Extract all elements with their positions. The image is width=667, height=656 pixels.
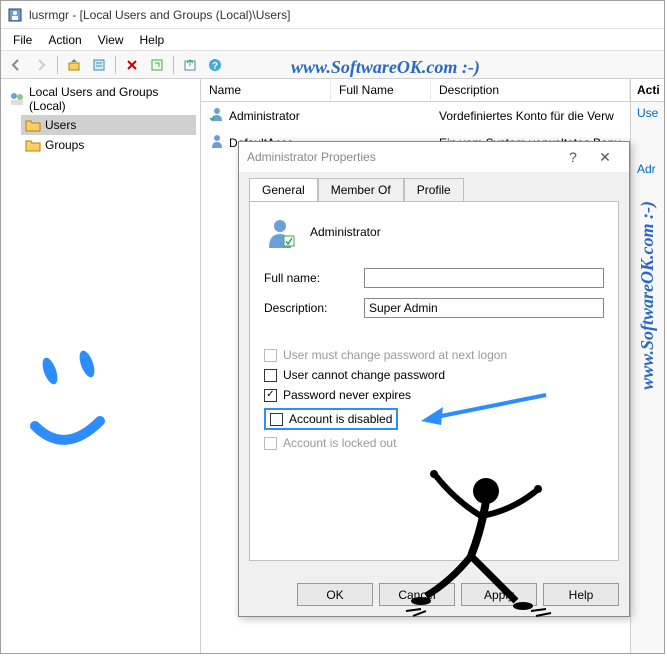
user-avatar-icon bbox=[264, 216, 296, 248]
titlebar: lusrmgr - [Local Users and Groups (Local… bbox=[1, 1, 664, 29]
folder-icon bbox=[25, 137, 41, 153]
tab-memberof[interactable]: Member Of bbox=[318, 178, 404, 201]
list-row[interactable]: Administrator Vordefiniertes Konto für d… bbox=[201, 102, 630, 129]
checkbox-label: Account is disabled bbox=[289, 412, 392, 426]
help-button[interactable]: Help bbox=[543, 583, 619, 606]
tree-root-label: Local Users and Groups (Local) bbox=[29, 85, 192, 113]
tree-users-label: Users bbox=[45, 118, 76, 132]
toolbar-separator bbox=[57, 56, 58, 74]
actions-item[interactable]: Use bbox=[631, 102, 664, 124]
back-button[interactable] bbox=[5, 54, 27, 76]
close-button[interactable]: ✕ bbox=[589, 149, 621, 166]
checkbox-icon bbox=[264, 369, 277, 382]
ok-button[interactable]: OK bbox=[297, 583, 373, 606]
fullname-input[interactable] bbox=[364, 268, 604, 288]
checkbox-cannotchange[interactable]: User cannot change password bbox=[264, 368, 604, 382]
checkbox-locked: Account is locked out bbox=[264, 436, 604, 450]
dialog-buttons: OK Cancel Apply Help bbox=[297, 583, 619, 606]
actions-header: Acti bbox=[631, 79, 664, 102]
cell-fullname bbox=[331, 104, 431, 127]
tab-general[interactable]: General bbox=[249, 178, 318, 201]
up-button[interactable] bbox=[63, 54, 85, 76]
checkbox-icon: ✓ bbox=[264, 389, 277, 402]
actions-panel: Acti Use Adr bbox=[630, 79, 664, 653]
username-label: Administrator bbox=[310, 225, 381, 239]
main-window: lusrmgr - [Local Users and Groups (Local… bbox=[0, 0, 665, 654]
description-label: Description: bbox=[264, 301, 364, 315]
dialog-title: Administrator Properties bbox=[247, 150, 376, 164]
users-groups-icon bbox=[9, 91, 25, 107]
checkbox-mustchange: User must change password at next logon bbox=[264, 348, 604, 362]
tree-groups[interactable]: Groups bbox=[21, 135, 196, 155]
description-input[interactable] bbox=[364, 298, 604, 318]
forward-button[interactable] bbox=[30, 54, 52, 76]
svg-text:?: ? bbox=[212, 61, 218, 72]
toolbar: ? bbox=[1, 51, 664, 79]
menu-action[interactable]: Action bbox=[40, 31, 89, 49]
apply-button[interactable]: Apply bbox=[461, 583, 537, 606]
checkbox-neverexpires[interactable]: ✓ Password never expires bbox=[264, 388, 604, 402]
tree-groups-label: Groups bbox=[45, 138, 84, 152]
delete-button[interactable] bbox=[121, 54, 143, 76]
tree-users[interactable]: Users bbox=[21, 115, 196, 135]
properties-dialog: Administrator Properties ? ✕ General Mem… bbox=[238, 141, 630, 617]
list-header: Name Full Name Description bbox=[201, 79, 630, 102]
menu-file[interactable]: File bbox=[5, 31, 40, 49]
checkbox-label: Account is locked out bbox=[283, 436, 396, 450]
col-name[interactable]: Name bbox=[201, 79, 331, 101]
menu-view[interactable]: View bbox=[90, 31, 132, 49]
help-button[interactable]: ? bbox=[204, 54, 226, 76]
tab-strip: General Member Of Profile bbox=[239, 172, 629, 201]
actions-item[interactable]: Adr bbox=[631, 158, 664, 180]
checkbox-icon bbox=[264, 349, 277, 362]
col-fullname[interactable]: Full Name bbox=[331, 79, 431, 101]
properties-button[interactable] bbox=[88, 54, 110, 76]
tab-profile[interactable]: Profile bbox=[404, 178, 464, 201]
help-button[interactable]: ? bbox=[557, 149, 589, 165]
highlighted-checkbox: Account is disabled bbox=[264, 408, 398, 430]
toolbar-separator bbox=[115, 56, 116, 74]
tree-panel: Local Users and Groups (Local) Users Gro… bbox=[1, 79, 201, 653]
checkbox-label: User cannot change password bbox=[283, 368, 445, 382]
user-icon bbox=[209, 106, 225, 125]
folder-icon bbox=[25, 117, 41, 133]
menu-help[interactable]: Help bbox=[132, 31, 173, 49]
checkbox-disabled[interactable]: Account is disabled bbox=[270, 412, 392, 426]
checkbox-icon bbox=[264, 437, 277, 450]
menubar: File Action View Help bbox=[1, 29, 664, 51]
export-button[interactable] bbox=[179, 54, 201, 76]
fullname-label: Full name: bbox=[264, 271, 364, 285]
checkbox-icon bbox=[270, 413, 283, 426]
dialog-titlebar: Administrator Properties ? ✕ bbox=[239, 142, 629, 172]
cell-name: Administrator bbox=[229, 109, 300, 123]
cell-description: Vordefiniertes Konto für die Verw bbox=[431, 104, 630, 127]
user-icon bbox=[209, 133, 225, 152]
refresh-button[interactable] bbox=[146, 54, 168, 76]
toolbar-separator bbox=[173, 56, 174, 74]
col-description[interactable]: Description bbox=[431, 79, 630, 101]
cancel-button[interactable]: Cancel bbox=[379, 583, 455, 606]
app-icon bbox=[7, 7, 23, 23]
checkbox-label: Password never expires bbox=[283, 388, 411, 402]
tab-body: Administrator Full name: Description: Us… bbox=[249, 201, 619, 561]
checkbox-label: User must change password at next logon bbox=[283, 348, 507, 362]
window-title: lusrmgr - [Local Users and Groups (Local… bbox=[29, 8, 290, 22]
tree-root[interactable]: Local Users and Groups (Local) bbox=[5, 83, 196, 115]
